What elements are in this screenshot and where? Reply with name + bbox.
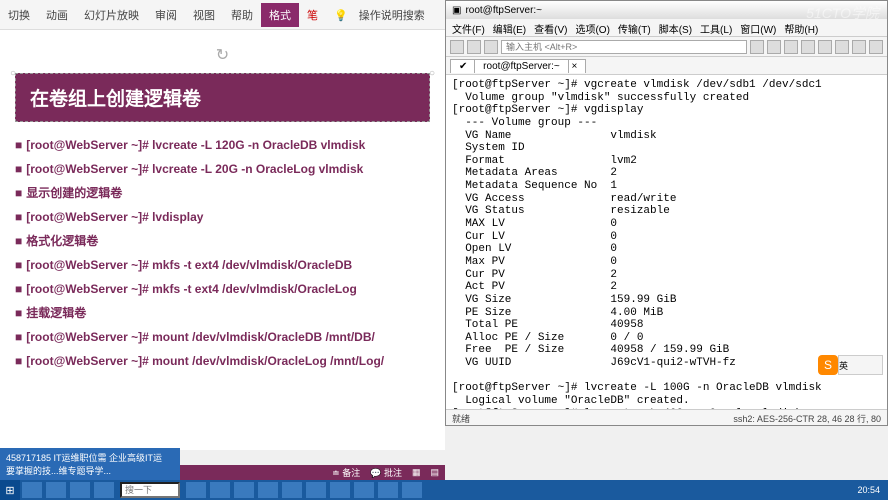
session-tab[interactable]: ✔ root@ftpServer:~ ×: [450, 59, 586, 73]
taskbar-app[interactable]: [354, 482, 374, 498]
tab-animation[interactable]: 动画: [38, 7, 76, 23]
refresh-icon: ↻: [15, 45, 430, 65]
terminal-statusbar: 就绪 ssh2: AES-256-CTR 28, 46 28 行, 80: [446, 409, 887, 425]
slide-title[interactable]: 在卷组上创建逻辑卷: [15, 73, 430, 122]
slide-line: [root@WebServer ~]# lvcreate -L 20G -n O…: [15, 160, 430, 178]
menu-transfer[interactable]: 传输(T): [618, 21, 651, 34]
taskbar-search[interactable]: [120, 482, 180, 498]
slide-line: 挂载逻辑卷: [15, 304, 430, 322]
taskbar-app[interactable]: [234, 482, 254, 498]
status-connection: ssh2: AES-256-CTR 28, 46 28 行, 80: [733, 412, 881, 423]
tab-help[interactable]: 帮助: [223, 7, 261, 23]
toolbar-icon[interactable]: [801, 40, 815, 54]
taskbar-app[interactable]: [282, 482, 302, 498]
terminal-icon: ▣: [452, 5, 461, 16]
taskbar-app[interactable]: [378, 482, 398, 498]
menu-view[interactable]: 查看(V): [534, 21, 567, 34]
menu-tools[interactable]: 工具(L): [700, 21, 732, 34]
menu-script[interactable]: 脚本(S): [659, 21, 692, 34]
reconnect-icon[interactable]: [484, 40, 498, 54]
taskbar-app[interactable]: [330, 482, 350, 498]
tell-me[interactable]: 💡 操作说明搜索: [326, 7, 441, 23]
slide-line: [root@WebServer ~]# mkfs -t ext4 /dev/vl…: [15, 256, 430, 274]
tab-transition[interactable]: 切换: [0, 7, 38, 23]
clock[interactable]: 20:54: [849, 485, 888, 495]
sogou-ime-icon[interactable]: S: [818, 355, 838, 375]
slide-line: [root@WebServer ~]# mount /dev/vlmdisk/O…: [15, 328, 430, 346]
start-button[interactable]: ⊞: [0, 480, 20, 500]
menu-options[interactable]: 选项(O): [575, 21, 609, 34]
tab-pen[interactable]: 笔: [299, 7, 326, 23]
watermark: 51CTO学院: [806, 3, 879, 23]
slide-canvas: ↻ 在卷组上创建逻辑卷 [root@WebServer ~]# lvcreate…: [0, 30, 445, 450]
comments-button[interactable]: 💬 批注: [370, 466, 402, 479]
status-ready: 就绪: [452, 412, 470, 423]
toolbar-icon[interactable]: [835, 40, 849, 54]
toolbar-icon[interactable]: [750, 40, 764, 54]
quick-connect-icon[interactable]: [467, 40, 481, 54]
taskbar-app[interactable]: [258, 482, 278, 498]
connect-icon[interactable]: [450, 40, 464, 54]
taskbar-app[interactable]: [210, 482, 230, 498]
slide-line: [root@WebServer ~]# mkfs -t ext4 /dev/vl…: [15, 280, 430, 298]
taskbar-app[interactable]: [94, 482, 114, 498]
edge-icon[interactable]: [70, 482, 90, 498]
slide-line: 显示创建的逻辑卷: [15, 184, 430, 202]
tab-review[interactable]: 审阅: [147, 7, 185, 23]
slide-line: [root@WebServer ~]# lvcreate -L 120G -n …: [15, 136, 430, 154]
slide-line: [root@WebServer ~]# lvdisplay: [15, 208, 430, 226]
taskbar-app[interactable]: [306, 482, 326, 498]
host-input[interactable]: [501, 40, 747, 54]
ime-toolbar[interactable]: 英: [838, 355, 883, 375]
taskbar-app[interactable]: [402, 482, 422, 498]
terminal-toolbar: [446, 37, 887, 57]
toolbar-icon[interactable]: [852, 40, 866, 54]
cortana-icon[interactable]: [46, 482, 66, 498]
course-banner: 458717185 IT运维职位需 企业高级IT运 要掌握的技...维专题导学.…: [0, 448, 180, 480]
windows-taskbar: ⊞ 20:54: [0, 480, 888, 500]
toolbar-icon[interactable]: [767, 40, 781, 54]
toolbar-icon[interactable]: [869, 40, 883, 54]
menu-file[interactable]: 文件(F): [452, 21, 485, 34]
tab-slideshow[interactable]: 幻灯片放映: [76, 7, 147, 23]
notes-button[interactable]: ≐ 备注: [332, 466, 360, 479]
task-view-icon[interactable]: [22, 482, 42, 498]
view-sorter-icon[interactable]: ▤: [430, 467, 439, 478]
toolbar-icon[interactable]: [818, 40, 832, 54]
tab-format[interactable]: 格式: [261, 3, 299, 27]
view-normal-icon[interactable]: ▦: [412, 467, 421, 478]
slide-line: 格式化逻辑卷: [15, 232, 430, 250]
terminal-tabbar: ✔ root@ftpServer:~ ×: [446, 57, 887, 75]
toolbar-icon[interactable]: [784, 40, 798, 54]
menu-window[interactable]: 窗口(W): [740, 21, 776, 34]
slide-line: [root@WebServer ~]# mount /dev/vlmdisk/O…: [15, 352, 430, 370]
menu-edit[interactable]: 编辑(E): [493, 21, 526, 34]
explorer-icon[interactable]: [186, 482, 206, 498]
tab-view[interactable]: 视图: [185, 7, 223, 23]
